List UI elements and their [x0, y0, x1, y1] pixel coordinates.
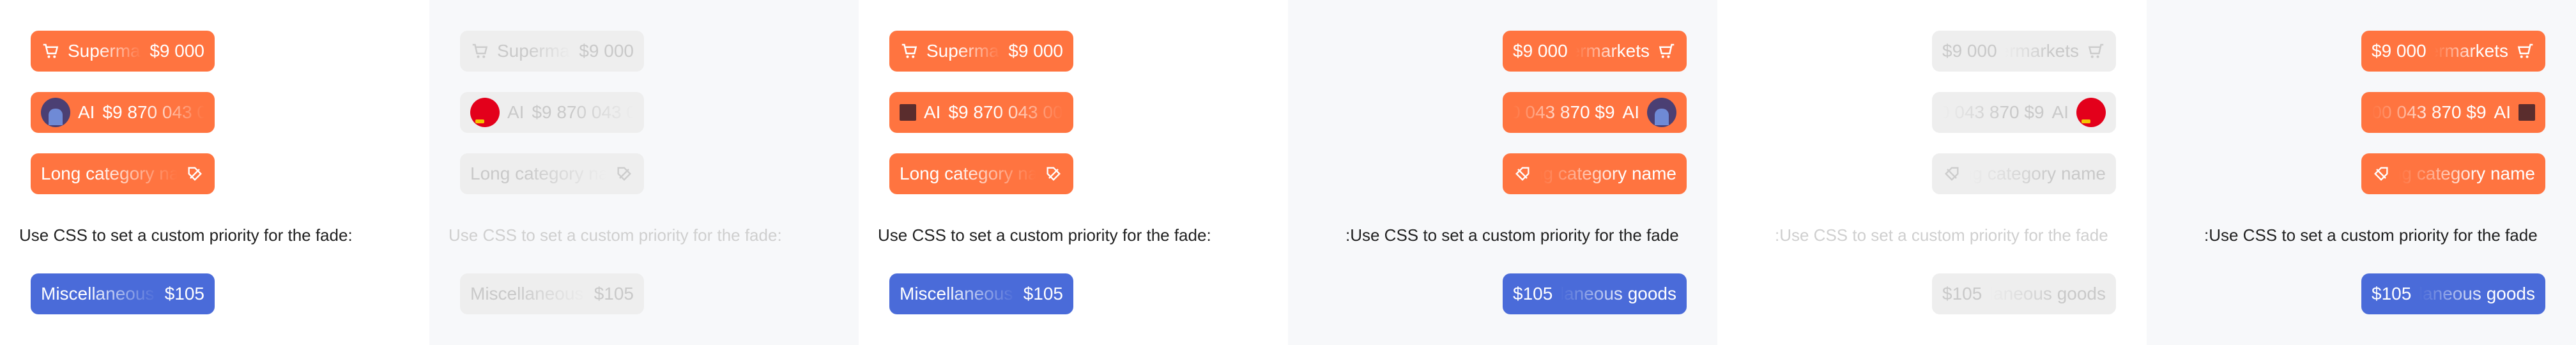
panel-6: $9 000 Supermarkets $9 870 043 000 AI Lo… — [2147, 0, 2576, 345]
cart-icon — [2087, 42, 2106, 61]
cart-icon — [41, 42, 60, 61]
chip-amount: $9 000 — [579, 41, 634, 61]
caption: :Use CSS to set a custom priority for th… — [1346, 226, 1679, 245]
caption: :Use CSS to set a custom priority for th… — [1775, 226, 2108, 245]
chip-label: Supermarkets — [2434, 41, 2508, 61]
long-category-chip: Long category name — [1932, 153, 2116, 194]
chip-amount: $9 870 043 000 — [1942, 102, 2044, 122]
misc-chip: Miscellaneous goods $105 — [460, 273, 644, 314]
misc-chip[interactable]: $105 Miscellaneous goods — [2361, 273, 2545, 314]
flag-icon — [470, 98, 500, 127]
chip-amount: $9 000 — [150, 41, 204, 61]
ai-chip[interactable]: AI $9 870 043 000 — [31, 92, 215, 133]
ai-chip: AI $9 870 043 000 — [460, 92, 644, 133]
chip-amount: $9 000 — [1513, 41, 1568, 61]
long-category-chip: Long category name — [460, 153, 644, 194]
chip-label: Long category name — [41, 164, 178, 183]
chip-label: Supermarkets — [68, 41, 142, 61]
chip-label: Miscellaneous goods — [1989, 284, 2106, 303]
chip-amount: $105 — [1513, 284, 1553, 303]
chip-amount: $105 — [594, 284, 634, 303]
chip-label: AI — [924, 102, 941, 122]
panel-5: $9 000 Supermarkets $9 870 043 000 AI Lo… — [1717, 0, 2147, 345]
chip-label: Long category name — [1969, 164, 2106, 183]
tag-icon — [1044, 164, 1063, 183]
chip-label: Long category name — [1540, 164, 1676, 183]
chip-label: Supermarkets — [926, 41, 1000, 61]
flag-icon — [2076, 98, 2106, 127]
square-icon — [2518, 104, 2535, 121]
chip-label: Miscellaneous goods — [2419, 284, 2535, 303]
chip-amount: $9 870 043 000 — [102, 102, 204, 122]
panel-1: Supermarkets $9 000 AI $9 870 043 000 Lo… — [0, 0, 429, 345]
chip-label: AI — [2494, 102, 2511, 122]
cart-icon — [470, 42, 489, 61]
panel-4: $9 000 Supermarkets $9 870 043 000 AI Lo… — [1288, 0, 1717, 345]
cart-icon — [900, 42, 919, 61]
chip-amount: $105 — [1023, 284, 1063, 303]
chip-label: Supermarkets — [497, 41, 571, 61]
chip-amount: $105 — [164, 284, 204, 303]
chip-label: Miscellaneous goods — [470, 284, 586, 303]
chip-label: AI — [1622, 102, 1639, 122]
caption: :Use CSS to set a custom priority for th… — [2204, 226, 2538, 245]
chip-label: AI — [507, 102, 525, 122]
chip-amount: $9 000 — [1942, 41, 1997, 61]
chip-amount: $9 000 — [1008, 41, 1063, 61]
supermarkets-chip[interactable]: Supermarkets $9 000 — [31, 31, 215, 72]
supermarkets-chip[interactable]: $9 000 Supermarkets — [1503, 31, 1687, 72]
panel-3: Supermarkets $9 000 AI $9 870 043 000 Lo… — [859, 0, 1288, 345]
chip-label: Long category name — [2398, 164, 2535, 183]
ai-chip[interactable]: $9 870 043 000 AI — [1503, 92, 1687, 133]
ai-chip[interactable]: AI $9 870 043 000 — [889, 92, 1073, 133]
supermarkets-chip: $9 000 Supermarkets — [1932, 31, 2116, 72]
chip-amount: $105 — [2372, 284, 2412, 303]
ai-chip: $9 870 043 000 AI — [1932, 92, 2116, 133]
supermarkets-chip: Supermarkets $9 000 — [460, 31, 644, 72]
supermarkets-chip[interactable]: $9 000 Supermarkets — [2361, 31, 2545, 72]
chip-amount: $9 870 043 000 — [532, 102, 634, 122]
chip-label: Miscellaneous goods — [1560, 284, 1676, 303]
chip-label: Miscellaneous goods — [900, 284, 1016, 303]
caption: Use CSS to set a custom priority for the… — [19, 226, 353, 245]
chip-amount: $9 000 — [2372, 41, 2426, 61]
long-category-chip[interactable]: Long category name — [1503, 153, 1687, 194]
misc-chip[interactable]: Miscellaneous goods $105 — [31, 273, 215, 314]
caption: Use CSS to set a custom priority for the… — [878, 226, 1211, 245]
chip-label: AI — [2051, 102, 2069, 122]
chip-label: Miscellaneous goods — [41, 284, 157, 303]
misc-chip: $105 Miscellaneous goods — [1932, 273, 2116, 314]
chip-label: Supermarkets — [2005, 41, 2079, 61]
chip-amount: $9 870 043 000 — [948, 102, 1063, 122]
chip-label: AI — [78, 102, 95, 122]
panel-2: Supermarkets $9 000 AI $9 870 043 000 Lo… — [429, 0, 859, 345]
cart-icon — [2516, 42, 2535, 61]
misc-chip[interactable]: $105 Miscellaneous goods — [1503, 273, 1687, 314]
chip-label: Long category name — [470, 164, 607, 183]
cart-icon — [1657, 42, 1676, 61]
chip-amount: $9 870 043 000 — [2372, 102, 2487, 122]
chip-label: Supermarkets — [1575, 41, 1650, 61]
chip-amount: $9 870 043 000 — [1513, 102, 1615, 122]
long-category-chip[interactable]: Long category name — [2361, 153, 2545, 194]
misc-chip[interactable]: Miscellaneous goods $105 — [889, 273, 1073, 314]
avatar-icon — [1647, 98, 1676, 127]
square-icon — [900, 104, 916, 121]
supermarkets-chip[interactable]: Supermarkets $9 000 — [889, 31, 1073, 72]
tag-icon — [615, 164, 634, 183]
long-category-chip[interactable]: Long category name — [889, 153, 1073, 194]
tag-icon — [2372, 164, 2391, 183]
chip-amount: $105 — [1942, 284, 1982, 303]
caption: Use CSS to set a custom priority for the… — [448, 226, 782, 245]
chip-label: Long category name — [900, 164, 1036, 183]
tag-icon — [1513, 164, 1532, 183]
avatar-icon — [41, 98, 70, 127]
long-category-chip[interactable]: Long category name — [31, 153, 215, 194]
tag-icon — [1942, 164, 1961, 183]
ai-chip[interactable]: $9 870 043 000 AI — [2361, 92, 2545, 133]
tag-icon — [185, 164, 204, 183]
